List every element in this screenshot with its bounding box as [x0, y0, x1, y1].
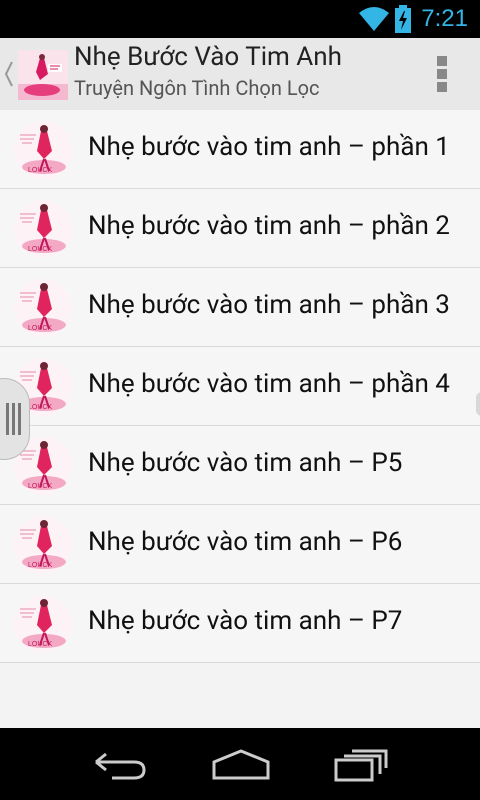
chapter-item[interactable]: LOUCK Nhẹ bước vào tim anh – phần 1: [0, 110, 480, 189]
battery-charging-icon: [395, 5, 411, 33]
chapter-item[interactable]: LOUCK Nhẹ bước vào tim anh – P5: [0, 426, 480, 505]
navigation-bar: [0, 728, 480, 800]
app-cover-icon[interactable]: [18, 50, 68, 100]
home-icon[interactable]: [212, 748, 270, 782]
page-title: Nhẹ Bước Vào Tim Anh: [74, 42, 342, 72]
page-subtitle: Truyện Ngôn Tình Chọn Lọc: [74, 76, 320, 100]
svg-text:LOUCK: LOUCK: [28, 167, 52, 174]
status-clock: 7:21: [421, 5, 468, 32]
svg-text:LOUCK: LOUCK: [28, 641, 52, 648]
right-drawer-handle[interactable]: [476, 392, 480, 416]
chapter-item[interactable]: LOUCK Nhẹ bước vào tim anh – phần 4: [0, 347, 480, 426]
chapter-label: Nhẹ bước vào tim anh – P5: [88, 448, 403, 478]
chapter-item[interactable]: LOUCK Nhẹ bước vào tim anh – phần 2: [0, 189, 480, 268]
chapter-label: Nhẹ bước vào tim anh – phần 1: [88, 132, 450, 162]
chapter-list: LOUCK Nhẹ bước vào tim anh – phần 1 LOUC…: [0, 110, 480, 663]
chapter-thumbnail-icon: LOUCK: [14, 121, 72, 179]
chapter-thumbnail-icon: LOUCK: [14, 279, 72, 337]
status-bar: 7:21: [0, 0, 480, 38]
svg-text:LOUCK: LOUCK: [28, 562, 52, 569]
chapter-label: Nhẹ bước vào tim anh – phần 4: [88, 369, 450, 399]
chapter-label: Nhẹ bước vào tim anh – phần 3: [88, 290, 450, 320]
chapter-item[interactable]: LOUCK Nhẹ bước vào tim anh – phần 3: [0, 268, 480, 347]
back-chevron-icon[interactable]: [4, 60, 14, 88]
svg-text:LOUCK: LOUCK: [28, 246, 52, 253]
chapter-thumbnail-icon: LOUCK: [14, 200, 72, 258]
chapter-label: Nhẹ bước vào tim anh – P6: [88, 527, 403, 557]
action-bar: Nhẹ Bước Vào Tim Anh Truyện Ngôn Tình Ch…: [0, 38, 480, 112]
side-drawer-handle[interactable]: [0, 378, 30, 460]
chapter-label: Nhẹ bước vào tim anh – phần 2: [88, 211, 450, 241]
overflow-menu-icon[interactable]: [434, 56, 450, 94]
svg-text:LOUCK: LOUCK: [28, 483, 52, 490]
back-icon[interactable]: [92, 748, 148, 782]
wifi-icon: [359, 7, 389, 31]
chapter-thumbnail-icon: LOUCK: [14, 516, 72, 574]
chapter-item[interactable]: LOUCK Nhẹ bước vào tim anh – P7: [0, 584, 480, 663]
recent-apps-icon[interactable]: [334, 748, 388, 782]
chapter-thumbnail-icon: LOUCK: [14, 595, 72, 653]
svg-text:LOUCK: LOUCK: [28, 404, 52, 411]
chapter-label: Nhẹ bước vào tim anh – P7: [88, 606, 403, 636]
svg-text:LOUCK: LOUCK: [28, 325, 52, 332]
chapter-item[interactable]: LOUCK Nhẹ bước vào tim anh – P6: [0, 505, 480, 584]
